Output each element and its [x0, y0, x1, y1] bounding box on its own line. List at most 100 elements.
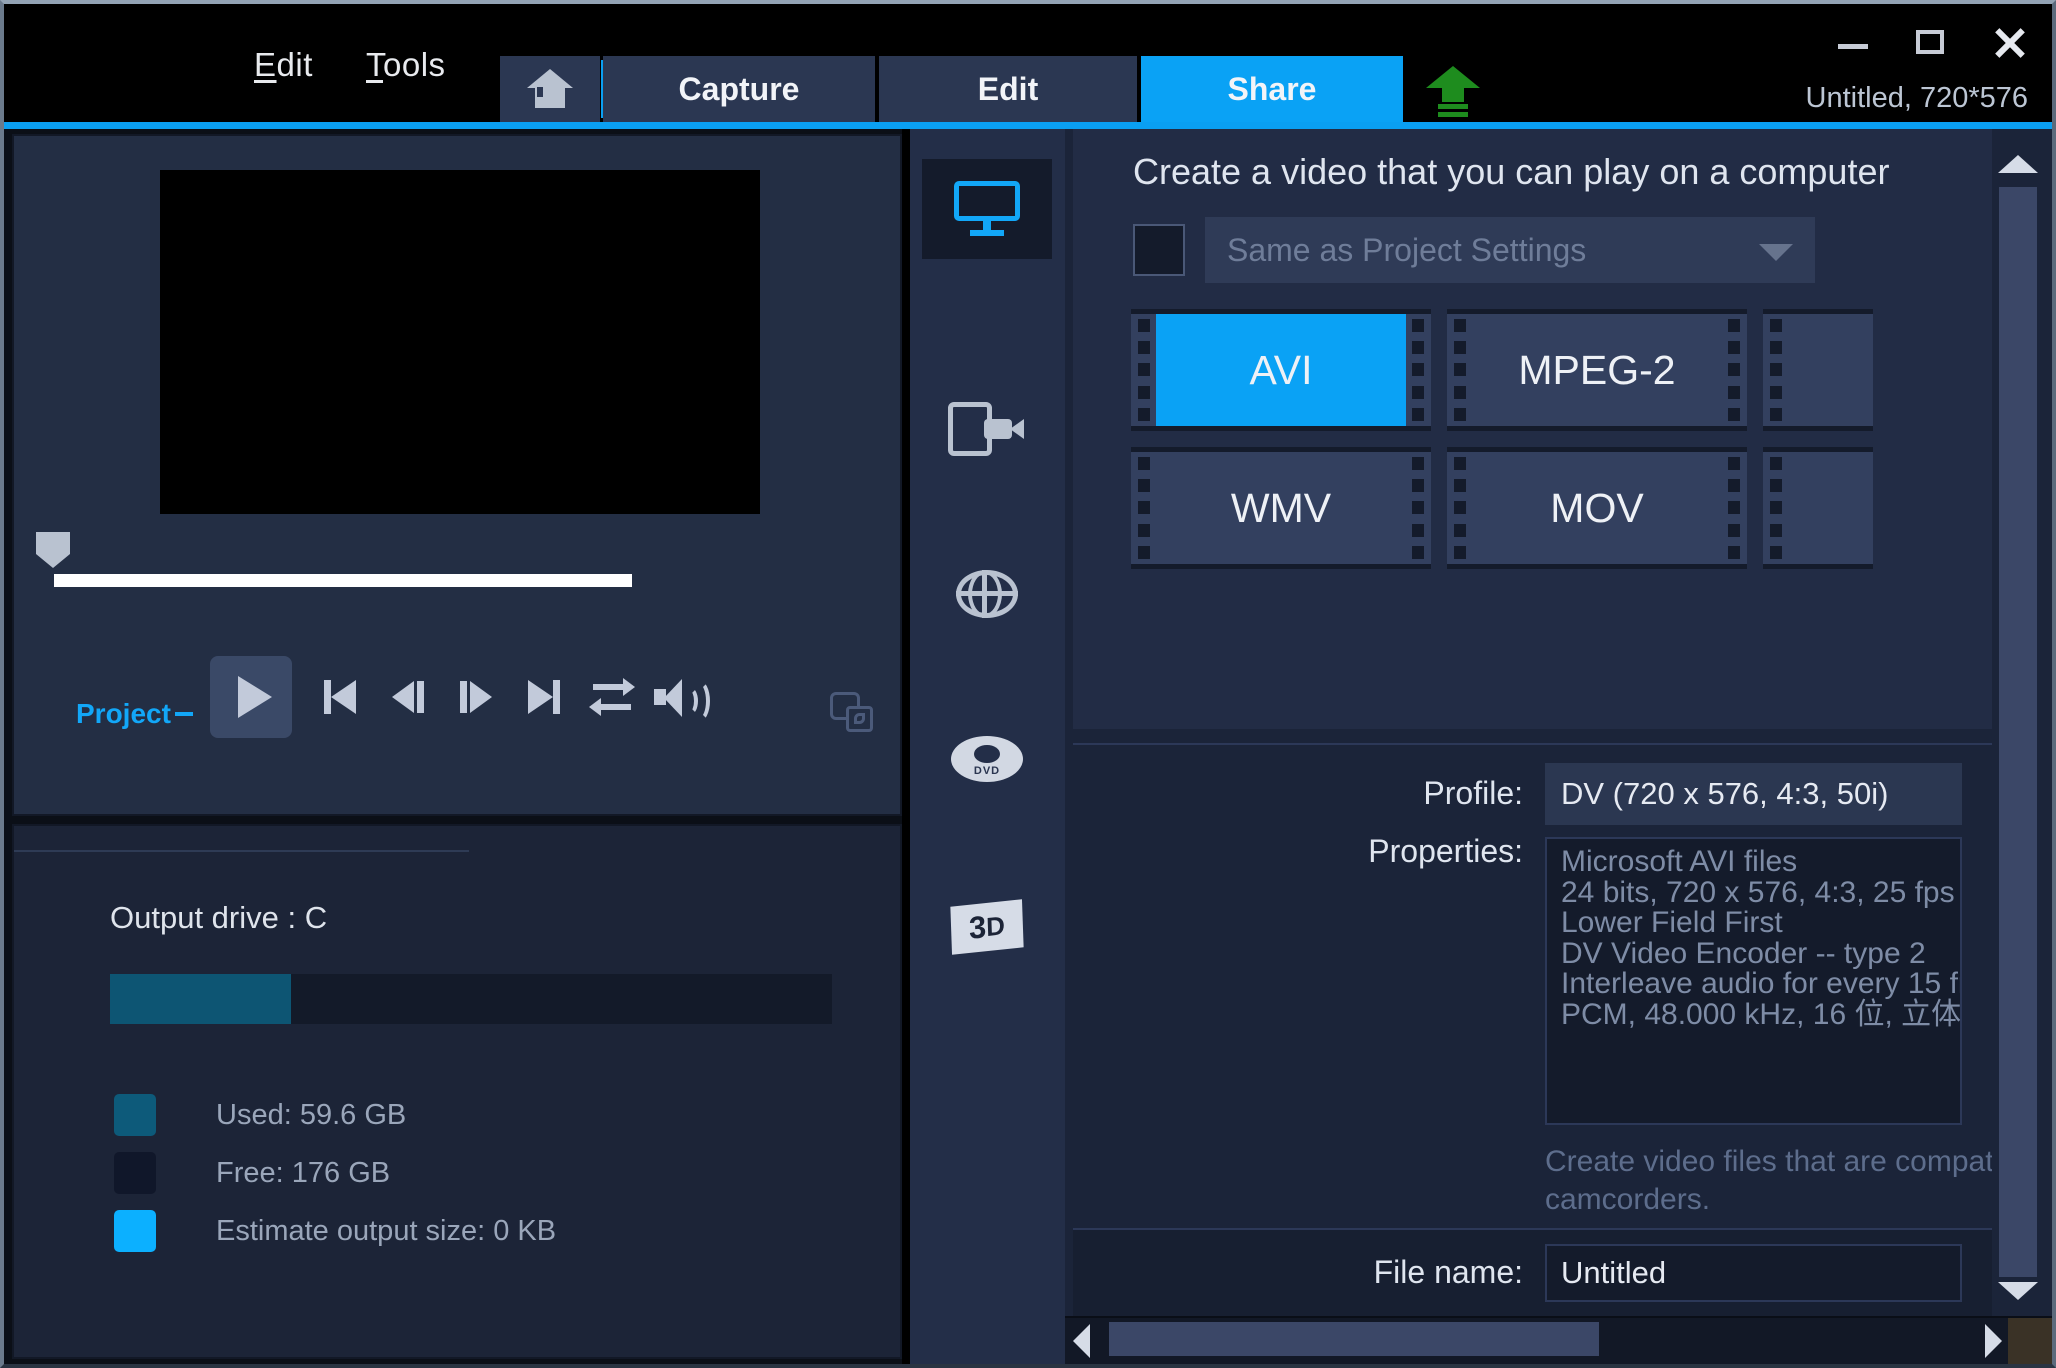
project-settings-dropdown[interactable]: Same as Project Settings — [1205, 217, 1815, 283]
sidebar-item-3d[interactable]: 3D — [922, 877, 1052, 977]
share-content-area: Create a video that you can play on a co… — [1065, 129, 2052, 1364]
step-back-button[interactable] — [374, 663, 442, 731]
close-icon[interactable] — [1988, 22, 2030, 64]
title-bar: Edit Tools Capture Edit Share Untitled, … — [4, 4, 2052, 122]
project-mode-text: Project — [76, 698, 171, 729]
step-forward-button[interactable] — [442, 663, 510, 731]
scrollbar-corner — [2008, 1318, 2052, 1364]
properties-line: 24 bits, 720 x 576, 4:3, 25 fps — [1561, 875, 1955, 909]
vertical-divider — [902, 129, 910, 1364]
format-column-3-clipped — [1763, 309, 1873, 569]
window-controls — [1832, 22, 2030, 64]
film-holes-left — [1454, 452, 1466, 564]
main-tabstrip: Capture Edit Share — [500, 56, 1407, 122]
sidebar-item-computer[interactable] — [922, 159, 1052, 259]
horizontal-scrollbar[interactable] — [1065, 1316, 2052, 1364]
scrub-track[interactable] — [54, 574, 632, 587]
tab-share[interactable]: Share — [1141, 56, 1403, 122]
sidebar-item-disc[interactable]: DVD — [922, 709, 1052, 809]
previous-button[interactable] — [306, 663, 374, 731]
format-button-partial-top[interactable] — [1763, 309, 1873, 431]
main-body: Project Output drive: C Used: 59.6 GB F… — [4, 129, 2052, 1364]
legend-label-free: Free: 176 GB — [216, 1156, 391, 1189]
project-mode-label[interactable]: Project — [76, 698, 193, 730]
format-button-mov[interactable]: MOV — [1447, 447, 1747, 569]
vertical-scrollbar[interactable] — [1992, 129, 2044, 1316]
properties-line: PCM, 48.000 kHz, 16 位, 立体声 — [1561, 997, 1962, 1031]
format-button-partial-bottom[interactable] — [1763, 447, 1873, 569]
scroll-up-icon[interactable] — [1998, 155, 2038, 173]
horizontal-scroll-thumb[interactable] — [1109, 1322, 1599, 1356]
format-detail-block: Profile: DV (720 x 576, 4:3, 50i) Proper… — [1073, 743, 2017, 1285]
filename-field[interactable]: Untitled — [1545, 1244, 1962, 1302]
minimize-icon[interactable] — [1832, 22, 1874, 64]
film-holes-left — [1770, 452, 1782, 564]
play-button[interactable] — [210, 656, 292, 738]
drive-usage-fill — [110, 974, 291, 1024]
chevron-down-icon — [1759, 244, 1793, 261]
scrub-bar[interactable] — [36, 532, 878, 592]
film-holes-right — [1412, 452, 1424, 564]
sidebar-item-web[interactable] — [922, 544, 1052, 644]
3d-icon: 3D — [950, 899, 1024, 955]
film-holes-left — [1138, 452, 1150, 564]
tab-edit[interactable]: Edit — [879, 56, 1137, 122]
next-button[interactable] — [510, 663, 578, 731]
step-forward-icon — [460, 681, 492, 713]
skip-next-icon — [528, 680, 560, 714]
filename-label: File name: — [1373, 1254, 1523, 1290]
menu-item-edit[interactable]: Edit — [254, 46, 313, 84]
output-drive-title: Output drive : C — [110, 900, 328, 935]
properties-line: DV Video Encoder -- type 2 — [1561, 936, 1926, 970]
project-settings-checkbox[interactable] — [1133, 224, 1185, 276]
share-target-rail: DVD 3D — [910, 129, 1065, 1364]
sidebar-item-device[interactable] — [922, 379, 1052, 479]
format-column-1: AVI WMV — [1131, 309, 1431, 569]
volume-button[interactable] — [646, 663, 714, 731]
format-button-avi[interactable]: AVI — [1131, 309, 1431, 431]
tab-separator — [601, 60, 603, 118]
profile-field[interactable]: DV (720 x 576, 4:3, 50i) — [1545, 763, 1962, 825]
page-title: Create a video that you can play on a co… — [1133, 151, 1890, 192]
format-label-mov: MOV — [1550, 484, 1644, 531]
menu-item-tools[interactable]: Tools — [366, 46, 446, 84]
legend-row-free: Free: 176 GB — [114, 1152, 390, 1194]
film-holes-left — [1138, 314, 1150, 426]
format-button-wmv[interactable]: WMV — [1131, 447, 1431, 569]
panel-divider — [14, 850, 469, 852]
profile-label: Profile: — [1423, 775, 1523, 811]
window-title: Untitled, 720*576 — [1805, 82, 2029, 114]
film-holes-right — [1728, 452, 1740, 564]
upload-arrow-icon[interactable] — [1426, 66, 1480, 117]
globe-icon — [956, 570, 1018, 618]
scroll-down-icon[interactable] — [1998, 1282, 2038, 1300]
legend-row-used: Used: 59.6 GB — [114, 1094, 406, 1136]
enlarge-preview-icon[interactable] — [830, 692, 876, 734]
format-button-mpeg2[interactable]: MPEG-2 — [1447, 309, 1747, 431]
tab-capture[interactable]: Capture — [603, 56, 875, 122]
filename-row: File name: Untitled — [1073, 1228, 1992, 1316]
film-holes-left — [1770, 314, 1782, 426]
playhead-handle[interactable] — [36, 532, 70, 568]
tab-home[interactable] — [500, 56, 600, 122]
home-icon — [527, 69, 573, 109]
share-content-inner: Create a video that you can play on a co… — [1073, 129, 2017, 1316]
application-window: Edit Tools Capture Edit Share Untitled, … — [0, 0, 2056, 1368]
transport-controls — [210, 656, 714, 738]
film-holes-right — [1412, 314, 1424, 426]
properties-line: Lower Field First — [1561, 906, 1783, 940]
legend-swatch-estimate — [114, 1210, 156, 1252]
loop-button[interactable] — [578, 663, 646, 731]
properties-line: Interleave audio for every 15 frame — [1561, 967, 1960, 1001]
scroll-left-icon[interactable] — [1073, 1324, 1090, 1358]
film-holes-right — [1728, 314, 1740, 426]
format-grid: AVI WMV MPEG-2 MOV — [1131, 309, 1873, 569]
format-label-mpeg2: MPEG-2 — [1518, 346, 1676, 393]
maximize-icon[interactable] — [1910, 22, 1952, 64]
monitor-icon — [954, 181, 1020, 237]
vertical-scroll-thumb[interactable] — [1999, 187, 2037, 1277]
tab-share-label: Share — [1227, 70, 1317, 107]
video-preview-screen[interactable] — [160, 170, 760, 514]
scroll-right-icon[interactable] — [1985, 1324, 2002, 1358]
legend-swatch-used — [114, 1094, 156, 1136]
